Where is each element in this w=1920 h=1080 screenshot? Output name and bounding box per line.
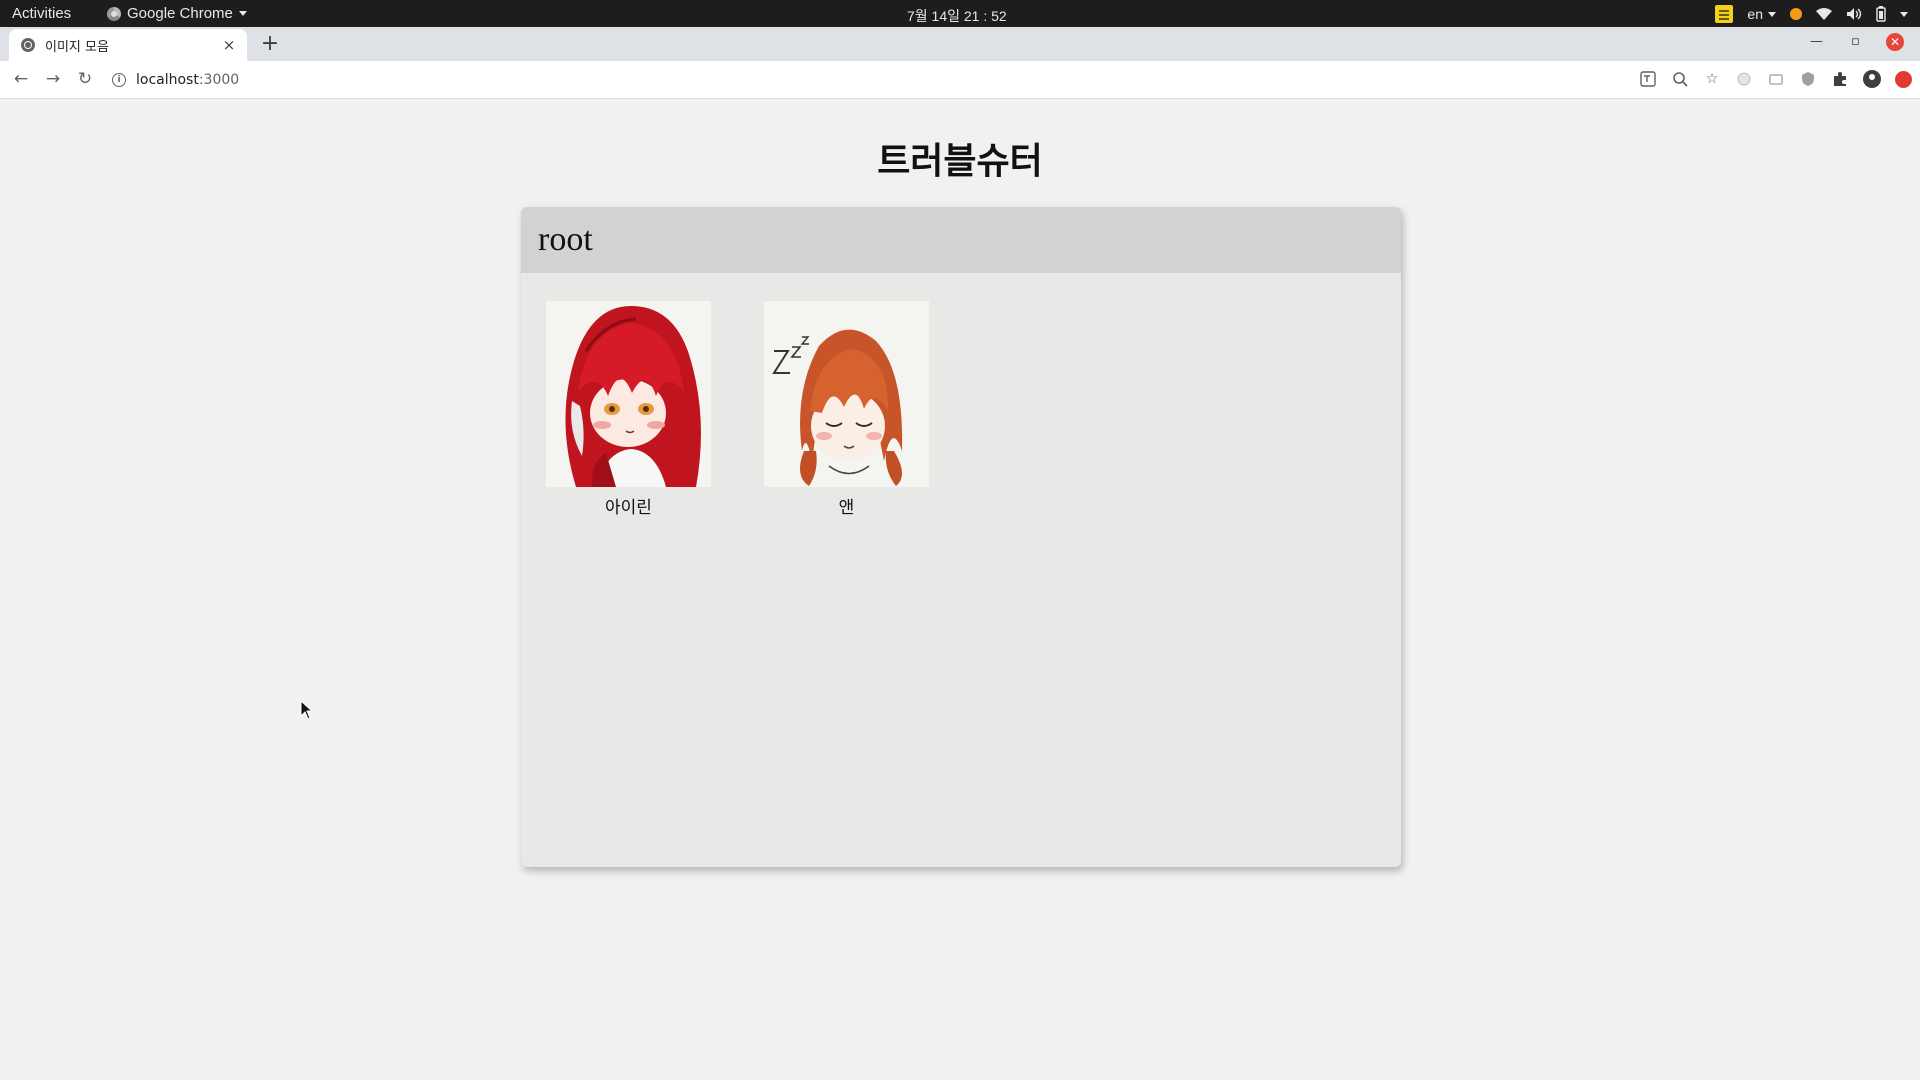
app-menu[interactable]: Google Chrome	[107, 5, 247, 22]
new-tab-button[interactable]: +	[258, 33, 282, 57]
activities-button[interactable]: Activities	[12, 5, 71, 22]
system-tray[interactable]: en	[1715, 3, 1908, 25]
puzzle-icon[interactable]	[1831, 70, 1849, 88]
image-item[interactable]: 아이린	[546, 301, 711, 518]
notification-dot-icon[interactable]	[1790, 8, 1802, 20]
translate-icon[interactable]	[1639, 70, 1657, 88]
back-arrow-icon[interactable]: ←	[10, 68, 32, 90]
globe-icon	[21, 38, 35, 52]
image-item[interactable]: 앤	[764, 301, 929, 518]
ublock-icon[interactable]	[1895, 70, 1912, 88]
chevron-down-icon	[1768, 11, 1776, 17]
image-caption: 아이린	[605, 498, 652, 518]
mouse-cursor-icon	[300, 700, 314, 720]
tab-strip: 이미지 모음 × + — ▫ ✕	[0, 27, 1920, 61]
shield-icon[interactable]	[1799, 70, 1817, 88]
tab-active[interactable]: 이미지 모음 ×	[9, 29, 247, 61]
notes-icon[interactable]	[1715, 5, 1734, 23]
profile-avatar-icon[interactable]	[1863, 70, 1881, 88]
image-caption: 앤	[838, 498, 855, 518]
toolbar-actions: ☆	[1639, 70, 1912, 88]
chevron-down-icon	[238, 11, 247, 16]
url-host: localhost	[136, 72, 199, 88]
chevron-down-icon[interactable]	[1900, 11, 1908, 17]
extension-icon[interactable]	[1735, 70, 1753, 88]
window-close-icon[interactable]: ✕	[1886, 33, 1904, 51]
address-bar[interactable]: i localhost:3000	[112, 68, 239, 92]
bookmark-star-icon[interactable]: ☆	[1703, 70, 1721, 88]
clock[interactable]: 7월 14일 21 : 52	[907, 6, 1007, 26]
app-menu-label: Google Chrome	[127, 5, 233, 22]
folder-panel: root 아이린 앤	[521, 207, 1401, 867]
url-port: :3000	[198, 72, 240, 88]
cast-icon[interactable]	[1767, 70, 1785, 88]
zoom-icon[interactable]	[1671, 70, 1689, 88]
chrome-app-icon	[107, 6, 121, 21]
system-top-bar: Activities Google Chrome 7월 14일 21 : 52 …	[0, 0, 1920, 27]
site-info-icon[interactable]: i	[112, 73, 126, 87]
close-icon[interactable]: ×	[219, 35, 239, 55]
language-label: en	[1747, 6, 1763, 22]
image-grid: 아이린 앤	[546, 301, 929, 518]
tab-title: 이미지 모음	[45, 39, 109, 55]
red-haired-girl-illustration[interactable]	[546, 301, 711, 487]
url-text[interactable]: localhost:3000	[136, 72, 239, 88]
language-indicator[interactable]: en	[1747, 6, 1776, 22]
wifi-icon	[1816, 8, 1832, 20]
reload-icon[interactable]: ↻	[74, 68, 96, 90]
battery-icon	[1876, 6, 1886, 22]
folder-breadcrumb[interactable]: root	[521, 207, 1401, 273]
minimize-icon[interactable]: —	[1810, 34, 1823, 49]
volume-icon	[1847, 8, 1862, 20]
page-title: 트러블슈터	[877, 141, 1043, 182]
sleeping-girl-illustration[interactable]	[764, 301, 929, 487]
forward-arrow-icon[interactable]: →	[42, 68, 64, 90]
browser-toolbar: ← → ↻ i localhost:3000 ☆	[0, 61, 1920, 99]
maximize-icon[interactable]: ▫	[1851, 34, 1860, 49]
